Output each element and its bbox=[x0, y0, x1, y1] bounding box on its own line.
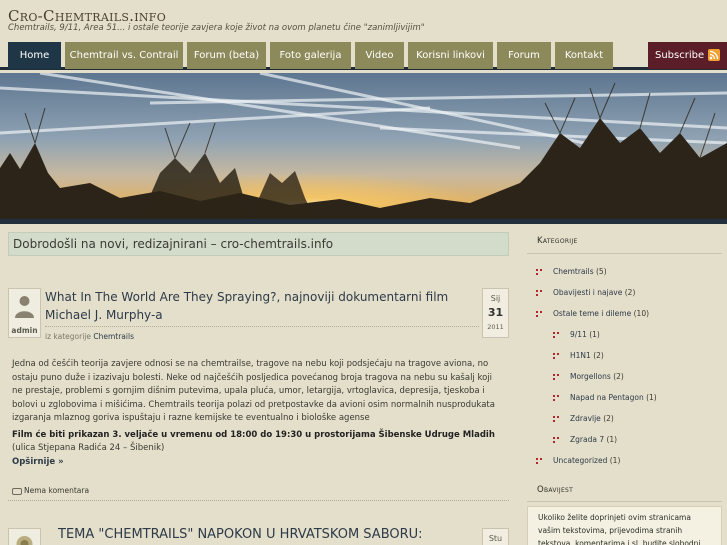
date-day: 31 bbox=[487, 306, 504, 319]
category-count: (2) bbox=[624, 288, 636, 297]
post-title[interactable]: What In The World Are They Spraying?, na… bbox=[45, 288, 473, 324]
category-item[interactable]: Napad na Pentagon (1) bbox=[570, 393, 657, 402]
banner-divider bbox=[0, 219, 727, 224]
category-bullet-icon bbox=[553, 332, 560, 339]
category-count: (10) bbox=[633, 309, 650, 318]
post-divider bbox=[8, 500, 509, 501]
category-count: (1) bbox=[646, 393, 657, 402]
post-event-location: (ulica Stjepana Radića 24 – Šibenik) bbox=[12, 443, 165, 453]
post: admin What In The World Are They Sprayin… bbox=[8, 288, 509, 503]
category-link[interactable]: Zgrada 7 bbox=[570, 435, 604, 444]
nav-chemtrail-vs-contrail[interactable]: Chemtrail vs. Contrail bbox=[65, 42, 183, 69]
category-bullet-icon bbox=[536, 269, 543, 276]
category-link[interactable]: Morgellons bbox=[570, 372, 611, 381]
category-count: (5) bbox=[596, 267, 607, 276]
post-meta: iz kategorije Chemtrails bbox=[45, 332, 134, 341]
nav-forum-beta[interactable]: Forum (beta) bbox=[187, 42, 266, 69]
category-item[interactable]: Chemtrails (5) bbox=[553, 267, 607, 276]
category-count: (2) bbox=[613, 372, 624, 381]
notice-title: Obavijest bbox=[537, 485, 574, 495]
category-link[interactable]: Obavijesti i najave bbox=[553, 288, 622, 297]
post-date: Sij 31 2011 bbox=[482, 288, 509, 338]
categories-title: Kategorije bbox=[537, 236, 578, 246]
comment-icon bbox=[12, 487, 22, 495]
category-link[interactable]: Uncategorized bbox=[553, 456, 607, 465]
avatar bbox=[11, 531, 38, 545]
welcome-text: Dobrodošli na novi, redizajnirani – cro-… bbox=[13, 237, 334, 251]
category-link[interactable]: Ostale teme i dileme bbox=[553, 309, 631, 318]
header-banner-image bbox=[0, 73, 727, 219]
category-bullet-icon bbox=[553, 374, 560, 381]
category-item[interactable]: H1N1 (2) bbox=[570, 351, 604, 360]
nav-kontakt[interactable]: Kontakt bbox=[555, 42, 613, 69]
post-category-link[interactable]: Chemtrails bbox=[93, 332, 134, 341]
category-bullet-icon bbox=[536, 458, 543, 465]
categories-divider bbox=[527, 253, 722, 254]
nav-foto-galerija[interactable]: Foto galerija bbox=[270, 42, 351, 69]
category-item[interactable]: Zgrada 7 (1) bbox=[570, 435, 617, 444]
subscribe-label: Subscribe bbox=[655, 50, 705, 61]
post-event: Film će biti prikazan 3. veljače u vreme… bbox=[12, 429, 504, 456]
subscribe-button[interactable]: Subscribe bbox=[648, 42, 727, 69]
category-link[interactable]: Napad na Pentagon bbox=[570, 393, 644, 402]
category-count: (2) bbox=[593, 351, 604, 360]
comments-link[interactable]: Nema komentara bbox=[12, 486, 89, 495]
avatar bbox=[11, 291, 38, 318]
category-count: (1) bbox=[606, 435, 618, 444]
category-item[interactable]: 9/11 (1) bbox=[570, 330, 600, 339]
category-link[interactable]: Chemtrails bbox=[553, 267, 594, 276]
category-bullet-icon bbox=[553, 395, 560, 402]
rss-icon bbox=[708, 49, 720, 61]
category-item[interactable]: Uncategorized (1) bbox=[553, 456, 620, 465]
category-link[interactable]: Zdravlje bbox=[570, 414, 601, 423]
category-bullet-icon bbox=[553, 437, 560, 444]
category-bullet-icon bbox=[536, 290, 543, 297]
site-header: Cro-Chemtrails.info Chemtrails, 9/11, Ar… bbox=[0, 0, 727, 42]
category-item[interactable]: Zdravlje (2) bbox=[570, 414, 614, 423]
post-event-bold: Film će biti prikazan 3. veljače u vreme… bbox=[12, 429, 495, 440]
post-meta-prefix: iz kategorije bbox=[45, 332, 91, 341]
category-bullet-icon bbox=[553, 416, 560, 423]
category-link[interactable]: 9/11 bbox=[570, 330, 587, 339]
nav-video[interactable]: Video bbox=[355, 42, 404, 69]
category-bullet-icon bbox=[553, 353, 560, 360]
post-excerpt-text: Jedna od češćih teorija zavjere odnosi s… bbox=[12, 359, 495, 423]
nav-home[interactable]: Home bbox=[8, 42, 61, 69]
category-count: (2) bbox=[603, 414, 614, 423]
main-nav: Home Chemtrail vs. Contrail Forum (beta)… bbox=[0, 42, 727, 70]
nav-korisni-linkovi[interactable]: Korisni linkovi bbox=[408, 42, 493, 69]
post: TEMA "CHEMTRAILS" NAPOKON U HRVATSKOM SA… bbox=[8, 526, 509, 545]
read-more-link[interactable]: Opširnije » bbox=[12, 457, 64, 467]
category-bullet-icon bbox=[536, 311, 543, 318]
author-box: admin bbox=[8, 288, 41, 338]
category-item[interactable]: Obavijesti i najave (2) bbox=[553, 288, 635, 297]
welcome-box: Dobrodošli na novi, redizajnirani – cro-… bbox=[8, 232, 509, 256]
nav-forum[interactable]: Forum bbox=[497, 42, 551, 69]
notice-box: Ukoliko želite doprinjeti ovim stranicam… bbox=[527, 506, 722, 545]
date-month: Sij bbox=[490, 294, 501, 303]
category-item[interactable]: Ostale teme i dileme (10) bbox=[553, 309, 649, 318]
category-link[interactable]: H1N1 bbox=[570, 351, 591, 360]
post-excerpt: Jedna od češćih teorija zavjere odnosi s… bbox=[12, 358, 504, 469]
category-item[interactable]: Morgellons (2) bbox=[570, 372, 624, 381]
post-date: Stu bbox=[482, 528, 509, 545]
notice-text: Ukoliko želite doprinjeti ovim stranicam… bbox=[538, 513, 701, 545]
comments-count: Nema komentara bbox=[24, 486, 90, 495]
site-description: Chemtrails, 9/11, Area 51... i ostale te… bbox=[8, 23, 425, 33]
title-divider bbox=[45, 326, 479, 327]
category-count: (1) bbox=[609, 456, 621, 465]
notice-divider bbox=[527, 501, 722, 502]
date-year: 2011 bbox=[487, 323, 504, 331]
date-month: Stu bbox=[488, 534, 503, 543]
category-count: (1) bbox=[589, 330, 600, 339]
author-box bbox=[8, 528, 41, 545]
post-title[interactable]: TEMA "CHEMTRAILS" NAPOKON U HRVATSKOM SA… bbox=[58, 526, 486, 544]
author-name[interactable]: admin bbox=[9, 326, 40, 335]
